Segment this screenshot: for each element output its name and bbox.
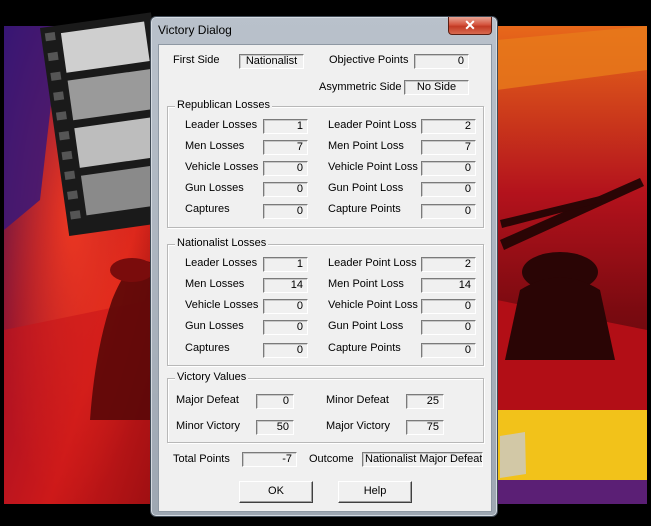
- republican-losses-group: Republican Losses Leader Losses 1 Leader…: [167, 99, 484, 228]
- minor-victory-label: Minor Victory: [176, 420, 240, 432]
- rep-gun-point-loss-label: Gun Point Loss: [328, 182, 404, 194]
- nat-capture-points-field[interactable]: 0: [421, 343, 476, 358]
- rep-captures-field[interactable]: 0: [263, 204, 308, 219]
- outcome-field[interactable]: Nationalist Major Defeat: [362, 452, 483, 467]
- major-defeat-label: Major Defeat: [176, 394, 239, 406]
- nat-captures-field[interactable]: 0: [263, 343, 308, 358]
- nat-men-losses-label: Men Losses: [185, 278, 245, 290]
- nat-leader-losses-field[interactable]: 1: [263, 257, 308, 272]
- nat-vehicle-losses-field[interactable]: 0: [263, 299, 308, 314]
- rep-leader-losses-label: Leader Losses: [185, 119, 258, 131]
- rep-leader-point-loss-label: Leader Point Loss: [328, 119, 417, 131]
- objective-points-field[interactable]: 0: [414, 54, 469, 69]
- rep-leader-point-loss-field[interactable]: 2: [421, 119, 476, 134]
- victory-dialog: Victory Dialog ✕ First Side Nationalist …: [150, 16, 498, 517]
- nat-gun-losses-label: Gun Losses: [185, 320, 244, 332]
- major-victory-field[interactable]: 75: [406, 420, 444, 435]
- help-button[interactable]: Help: [338, 481, 412, 503]
- minor-defeat-label: Minor Defeat: [326, 394, 389, 406]
- rep-men-losses-field[interactable]: 7: [263, 140, 308, 155]
- window-title: Victory Dialog: [158, 23, 232, 37]
- rep-leader-losses-field[interactable]: 1: [263, 119, 308, 134]
- nationalist-losses-title: Nationalist Losses: [175, 237, 269, 249]
- close-button[interactable]: ✕: [448, 17, 492, 35]
- rep-capture-points-label: Capture Points: [328, 203, 401, 215]
- minor-victory-field[interactable]: 50: [256, 420, 294, 435]
- nat-leader-losses-label: Leader Losses: [185, 257, 258, 269]
- nat-capture-points-label: Capture Points: [328, 342, 401, 354]
- rep-vehicle-losses-label: Vehicle Losses: [185, 161, 259, 173]
- nat-vehicle-point-loss-field[interactable]: 0: [421, 299, 476, 314]
- nat-leader-point-loss-label: Leader Point Loss: [328, 257, 417, 269]
- nat-men-point-loss-label: Men Point Loss: [328, 278, 404, 290]
- nat-captures-label: Captures: [185, 342, 230, 354]
- victory-values-group: Victory Values Major Defeat 0 Minor Defe…: [167, 371, 484, 443]
- republican-losses-title: Republican Losses: [175, 99, 272, 111]
- victory-values-title: Victory Values: [175, 371, 249, 383]
- rep-capture-points-field[interactable]: 0: [421, 204, 476, 219]
- outcome-label: Outcome: [309, 453, 354, 465]
- rep-vehicle-point-loss-label: Vehicle Point Loss: [328, 161, 418, 173]
- close-icon: ✕: [464, 17, 476, 33]
- major-defeat-field[interactable]: 0: [256, 394, 294, 409]
- rep-men-point-loss-label: Men Point Loss: [328, 140, 404, 152]
- nat-vehicle-losses-label: Vehicle Losses: [185, 299, 259, 311]
- nat-gun-point-loss-field[interactable]: 0: [421, 320, 476, 335]
- rep-gun-losses-field[interactable]: 0: [263, 182, 308, 197]
- nat-men-losses-field[interactable]: 14: [263, 278, 308, 293]
- rep-men-losses-label: Men Losses: [185, 140, 245, 152]
- rep-gun-losses-label: Gun Losses: [185, 182, 244, 194]
- total-points-field[interactable]: -7: [242, 452, 297, 467]
- first-side-label: First Side: [173, 54, 220, 66]
- minor-defeat-field[interactable]: 25: [406, 394, 444, 409]
- dialog-client-area: First Side Nationalist Objective Points …: [158, 44, 492, 512]
- rep-captures-label: Captures: [185, 203, 230, 215]
- rep-vehicle-losses-field[interactable]: 0: [263, 161, 308, 176]
- nationalist-losses-group: Nationalist Losses Leader Losses 1 Leade…: [167, 237, 484, 366]
- rep-vehicle-point-loss-field[interactable]: 0: [421, 161, 476, 176]
- nat-leader-point-loss-field[interactable]: 2: [421, 257, 476, 272]
- asymmetric-side-label: Asymmetric Side: [319, 81, 402, 93]
- nat-gun-point-loss-label: Gun Point Loss: [328, 320, 404, 332]
- nat-vehicle-point-loss-label: Vehicle Point Loss: [328, 299, 418, 311]
- nat-men-point-loss-field[interactable]: 14: [421, 278, 476, 293]
- title-bar[interactable]: Victory Dialog ✕: [151, 17, 497, 44]
- first-side-field[interactable]: Nationalist: [239, 54, 304, 69]
- major-victory-label: Major Victory: [326, 420, 390, 432]
- total-points-label: Total Points: [173, 453, 230, 465]
- ok-button[interactable]: OK: [239, 481, 313, 503]
- asymmetric-side-field[interactable]: No Side: [404, 80, 469, 95]
- rep-gun-point-loss-field[interactable]: 0: [421, 182, 476, 197]
- rep-men-point-loss-field[interactable]: 7: [421, 140, 476, 155]
- objective-points-label: Objective Points: [329, 54, 409, 66]
- nat-gun-losses-field[interactable]: 0: [263, 320, 308, 335]
